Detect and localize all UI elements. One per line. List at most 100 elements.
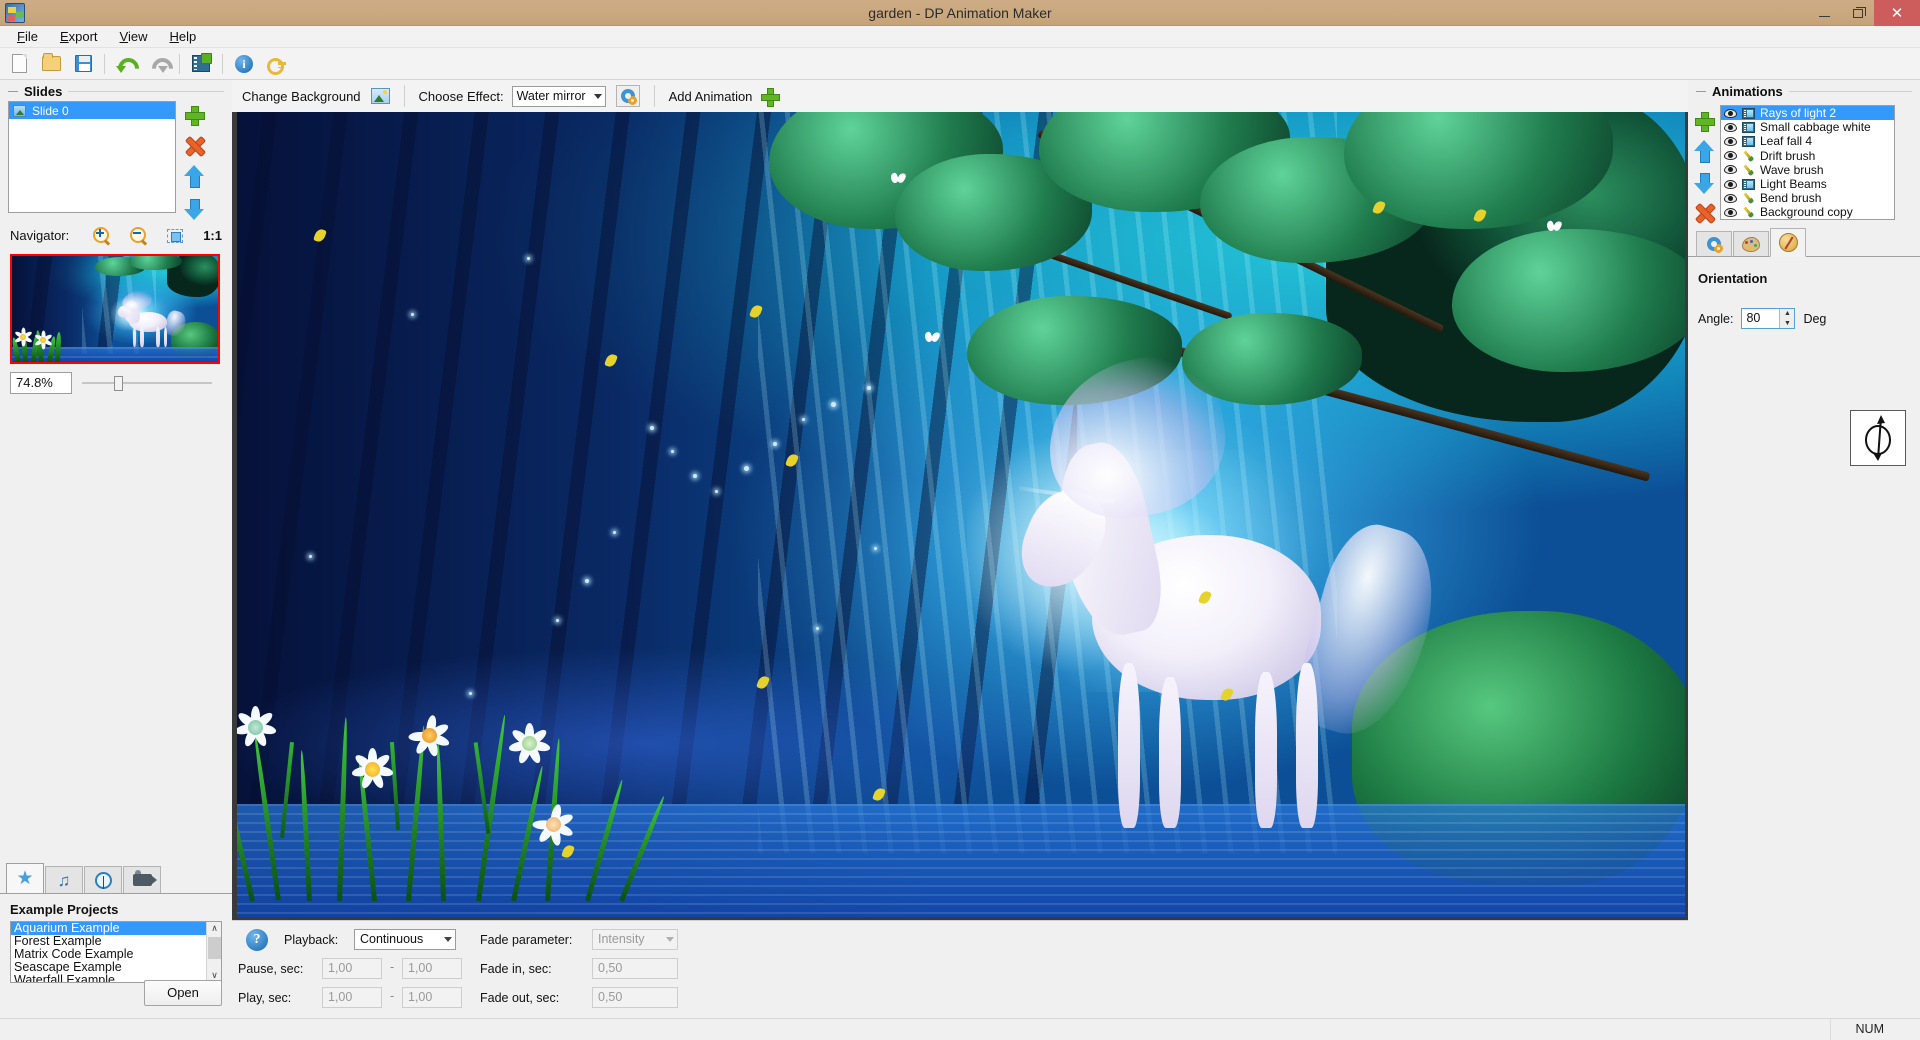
add-animation-button[interactable]: Add Animation <box>669 89 753 104</box>
eye-icon[interactable] <box>1724 137 1737 146</box>
change-background-button[interactable]: Change Background <box>242 89 361 104</box>
angle-stepper[interactable]: 80 ▲ ▼ <box>1741 308 1795 329</box>
list-item[interactable]: Light Beams <box>1721 177 1894 191</box>
minimize-button[interactable] <box>1808 0 1841 26</box>
scroll-up-icon[interactable]: ∧ <box>207 922 222 935</box>
zoom-in-icon[interactable] <box>93 227 110 244</box>
pause-label: Pause, sec: <box>238 962 303 976</box>
new-file-button[interactable] <box>4 50 34 78</box>
eye-icon[interactable] <box>1724 180 1737 189</box>
tab-timer[interactable] <box>84 866 122 893</box>
close-button[interactable]: ✕ <box>1874 0 1920 26</box>
menu-export[interactable]: Export <box>49 27 109 47</box>
playback-select[interactable]: Continuous <box>354 929 456 950</box>
export-video-button[interactable] <box>186 50 216 78</box>
chevron-down-icon <box>666 937 674 942</box>
tab-settings[interactable] <box>1696 231 1732 257</box>
brush-icon <box>1740 204 1758 220</box>
play-min-field[interactable]: 1,00 <box>322 987 382 1008</box>
angle-value[interactable]: 80 <box>1742 309 1779 328</box>
list-item[interactable]: Small cabbage white <box>1721 120 1894 134</box>
pause-min-field[interactable]: 1,00 <box>322 958 382 979</box>
menu-help[interactable]: Help <box>159 27 208 47</box>
delete-slide-button[interactable] <box>185 136 204 155</box>
slider-handle[interactable] <box>114 376 123 391</box>
navigator-ratio[interactable]: 1:1 <box>203 228 222 243</box>
tab-video[interactable] <box>123 866 161 893</box>
open-example-button[interactable]: Open <box>144 980 222 1006</box>
list-item[interactable]: Bend brush <box>1721 191 1894 205</box>
camera-icon <box>133 874 152 886</box>
move-animation-down-button[interactable] <box>1695 172 1713 193</box>
fade-out-field[interactable]: 0,50 <box>592 987 678 1008</box>
scrollbar-thumb[interactable] <box>208 937 221 959</box>
background-image-icon[interactable] <box>371 88 390 104</box>
list-item[interactable]: Background copy <box>1721 205 1894 219</box>
chevron-down-icon <box>594 94 602 99</box>
zoom-out-icon[interactable] <box>130 227 147 244</box>
navigator-thumbnail[interactable] <box>10 254 220 364</box>
play-max-field[interactable]: 1,00 <box>402 987 462 1008</box>
choose-effect-label: Choose Effect: <box>419 89 504 104</box>
eye-icon[interactable] <box>1724 194 1737 203</box>
move-slide-up-button[interactable] <box>185 166 203 187</box>
fade-parameter-select[interactable]: Intensity <box>592 929 678 950</box>
redo-icon <box>148 55 168 73</box>
plus-icon[interactable] <box>761 88 778 105</box>
maximize-button[interactable] <box>1841 0 1874 26</box>
save-file-button[interactable] <box>68 50 98 78</box>
eye-icon[interactable] <box>1724 109 1737 118</box>
menu-view[interactable]: View <box>109 27 159 47</box>
move-slide-down-button[interactable] <box>185 198 203 219</box>
collapse-icon[interactable] <box>8 91 18 92</box>
eye-icon[interactable] <box>1724 123 1737 132</box>
stepper-up-icon[interactable]: ▲ <box>1780 309 1794 319</box>
add-slide-button[interactable] <box>184 105 204 125</box>
slides-list[interactable]: Slide 0 <box>8 101 176 213</box>
list-item[interactable]: Rays of light 2 <box>1721 106 1894 120</box>
animations-list[interactable]: Rays of light 2 Small cabbage white Leaf… <box>1720 105 1895 220</box>
tab-examples[interactable]: ★ <box>6 863 44 893</box>
effect-select[interactable]: Water mirror <box>512 86 606 107</box>
help-button[interactable]: ? <box>246 929 268 951</box>
fade-in-label: Fade in, sec: <box>480 962 552 976</box>
pause-max-field[interactable]: 1,00 <box>402 958 462 979</box>
fade-out-label: Fade out, sec: <box>480 991 559 1005</box>
eye-icon[interactable] <box>1724 165 1737 174</box>
zoom-slider[interactable] <box>82 374 212 392</box>
key-icon <box>267 57 286 71</box>
tab-colors[interactable] <box>1733 231 1769 257</box>
preview-canvas[interactable] <box>237 112 1685 917</box>
angle-dial[interactable] <box>1850 410 1906 466</box>
list-item[interactable]: Leaf fall 4 <box>1721 134 1894 148</box>
list-item[interactable]: Slide 0 <box>9 102 175 119</box>
add-animation-button[interactable] <box>1694 111 1714 131</box>
delete-animation-button[interactable] <box>1695 203 1714 222</box>
tab-music[interactable]: ♫ <box>45 866 83 893</box>
eye-icon[interactable] <box>1724 151 1737 160</box>
redo-button[interactable] <box>143 50 173 78</box>
collapse-icon[interactable] <box>1696 91 1706 92</box>
scene <box>237 112 1685 917</box>
stepper-down-icon[interactable]: ▼ <box>1780 319 1794 329</box>
eye-icon[interactable] <box>1724 208 1737 217</box>
examples-list[interactable]: Aquarium Example Forest Example Matrix C… <box>10 921 222 983</box>
fade-in-field[interactable]: 0,50 <box>592 958 678 979</box>
play-label: Play, sec: <box>238 991 291 1005</box>
tab-orientation[interactable] <box>1770 228 1806 257</box>
open-file-icon <box>42 56 61 71</box>
move-animation-up-button[interactable] <box>1695 141 1713 162</box>
info-button[interactable]: i <box>229 50 259 78</box>
list-item[interactable]: Wave brush <box>1721 163 1894 177</box>
undo-button[interactable] <box>111 50 141 78</box>
fit-to-window-icon[interactable] <box>167 229 183 243</box>
slide-thumbnail-icon <box>13 105 26 117</box>
title-bar[interactable]: garden - DP Animation Maker ✕ <box>0 0 1920 26</box>
open-file-button[interactable] <box>36 50 66 78</box>
list-item[interactable]: Drift brush <box>1721 149 1894 163</box>
menu-file[interactable]: File <box>6 27 49 47</box>
examples-scrollbar[interactable]: ∧ ∨ <box>206 922 221 982</box>
zoom-input[interactable]: 74.8% <box>10 372 72 394</box>
effect-settings-button[interactable] <box>616 85 640 107</box>
register-button[interactable] <box>261 50 291 78</box>
